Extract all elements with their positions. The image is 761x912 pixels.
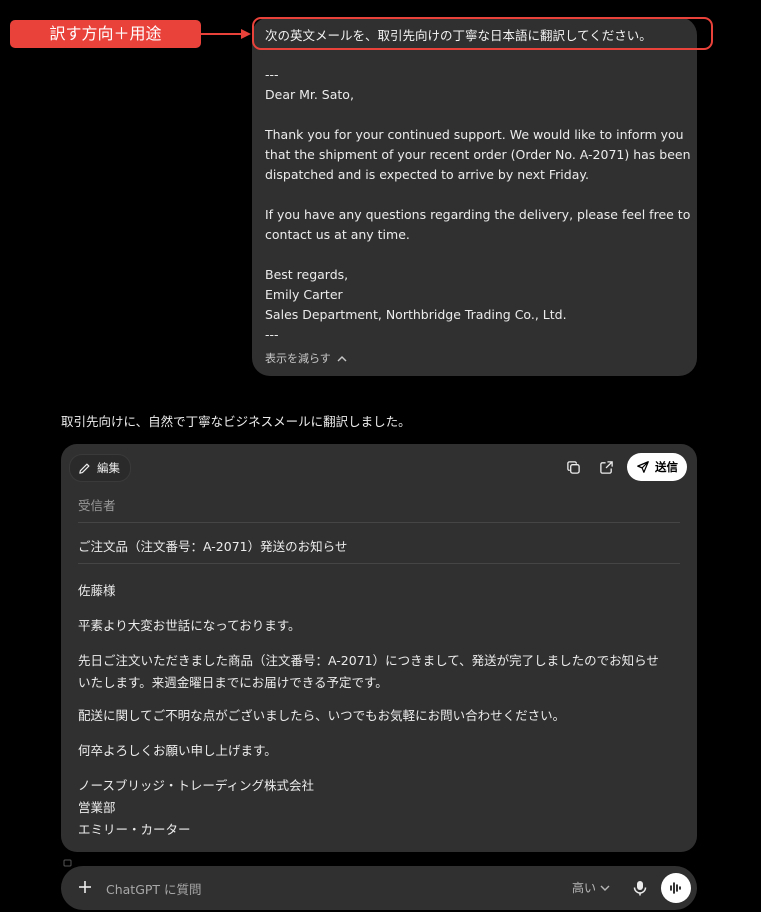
open-external-button[interactable] bbox=[596, 457, 616, 477]
email-line: dispatched and is expected to arrive by … bbox=[265, 167, 589, 182]
show-less-label: 表示を減らす bbox=[265, 352, 331, 365]
reasoning-level-label: 高い bbox=[572, 881, 597, 895]
email-line: Thank you for your continued support. We… bbox=[265, 127, 684, 142]
email-subject: ご注文品（注文番号：A-2071）発送のお知らせ bbox=[78, 539, 348, 554]
pencil-icon bbox=[79, 463, 90, 474]
send-button-label: 送信 bbox=[655, 460, 678, 474]
user-message-bubble: 次の英文メールを、取引先向けの丁寧な日本語に翻訳してください。 --- Dear… bbox=[252, 17, 697, 376]
chevron-down-icon bbox=[600, 885, 610, 891]
email-line: that the shipment of your recent order (… bbox=[265, 147, 691, 162]
paper-plane-icon bbox=[637, 461, 649, 473]
email-paragraph: 平素より大変お世話になっております。 bbox=[78, 618, 301, 633]
copy-button[interactable] bbox=[563, 457, 583, 477]
send-button[interactable]: 送信 bbox=[627, 453, 687, 481]
email-line: Best regards, bbox=[265, 267, 349, 282]
message-composer: 高い bbox=[61, 866, 697, 910]
email-line bbox=[265, 185, 685, 205]
copy-icon bbox=[63, 859, 72, 867]
email-line: If you have any questions regarding the … bbox=[265, 207, 691, 222]
divider bbox=[78, 522, 680, 523]
email-closing: 何卒よろしくお願い申し上げます。 bbox=[78, 743, 277, 758]
chat-input[interactable] bbox=[104, 878, 408, 900]
edit-button[interactable]: 編集 bbox=[69, 454, 131, 482]
email-line: --- bbox=[265, 67, 279, 82]
email-canvas-card: 編集 送信 受信者 ご注文品（注文番号：A-2071）発送のお知らせ 佐藤様 平… bbox=[61, 444, 697, 852]
chevron-up-icon bbox=[337, 356, 347, 362]
email-line: contact us at any time. bbox=[265, 227, 410, 242]
assistant-intro-text: 取引先向けに、自然で丁寧なビジネスメールに翻訳しました。 bbox=[61, 414, 411, 429]
voice-wave-icon bbox=[670, 882, 681, 894]
email-line: --- bbox=[265, 327, 279, 342]
voice-mode-button[interactable] bbox=[661, 873, 691, 903]
edit-button-label: 編集 bbox=[97, 461, 120, 475]
email-line bbox=[265, 245, 685, 265]
email-line: Dear Mr. Sato, bbox=[265, 87, 354, 102]
annotation-arrow-icon bbox=[201, 29, 251, 39]
email-paragraph: 配送に関してご不明な点がございましたら、いつでもお気軽にお問い合わせください。 bbox=[78, 708, 566, 723]
reasoning-level-select[interactable]: 高い bbox=[572, 879, 610, 896]
divider bbox=[78, 563, 680, 564]
annotation-label: 訳す方向＋用途 bbox=[10, 20, 201, 48]
external-link-icon bbox=[599, 460, 613, 474]
plus-icon[interactable] bbox=[74, 876, 96, 898]
copy-icon bbox=[566, 460, 580, 474]
email-paragraph: 先日ご注文いただきました商品（注文番号：A-2071）につきまして、発送が完了し… bbox=[78, 653, 659, 690]
recipient-field[interactable]: 受信者 bbox=[78, 495, 116, 514]
email-line bbox=[265, 105, 685, 125]
show-less-button[interactable]: 表示を減らす bbox=[265, 350, 347, 366]
email-signature: ノースブリッジ・トレーディング株式会社 営業部 エミリー・カーター bbox=[78, 778, 315, 837]
email-salutation: 佐藤様 bbox=[78, 583, 116, 598]
email-line: Sales Department, Northbridge Trading Co… bbox=[265, 307, 567, 322]
email-line: Emily Carter bbox=[265, 287, 343, 302]
microphone-icon[interactable] bbox=[630, 878, 650, 898]
user-request-text: 次の英文メールを、取引先向けの丁寧な日本語に翻訳してください。 bbox=[265, 28, 652, 43]
user-email-text: --- Dear Mr. Sato, Thank you for your co… bbox=[265, 65, 691, 345]
